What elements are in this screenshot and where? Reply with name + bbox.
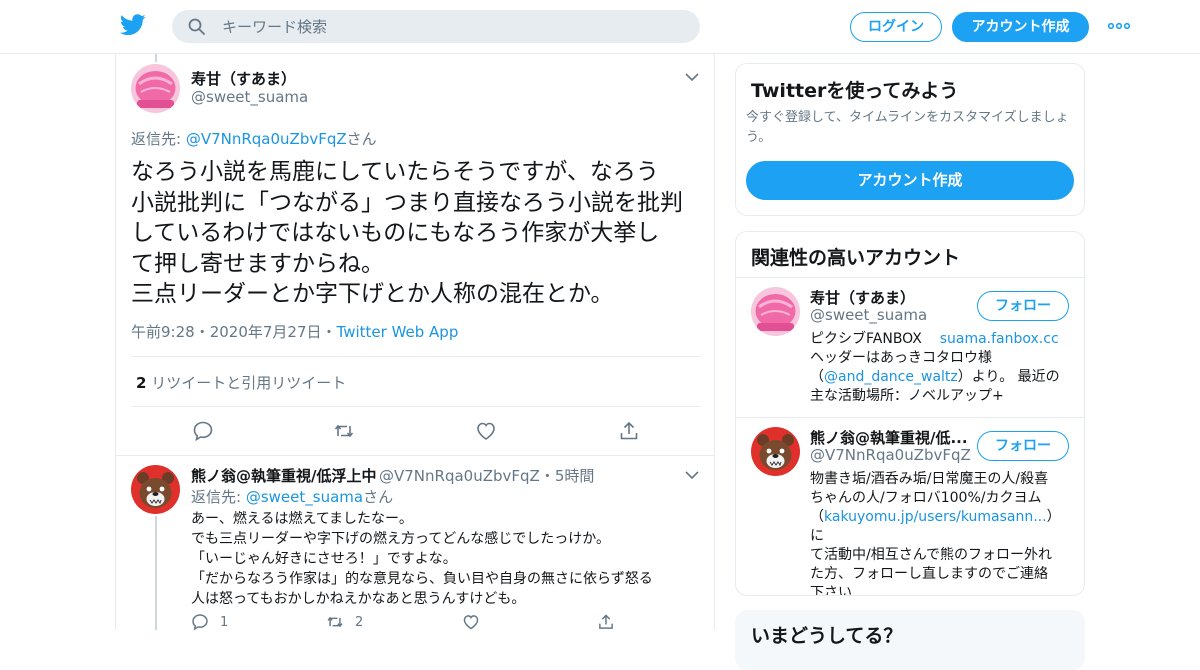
thread-line	[155, 516, 157, 630]
reply-icon[interactable]	[192, 420, 214, 442]
reply-to-suffix: さん	[346, 130, 377, 148]
reply-text: あー、燃えるは燃えてましたなー。 でも三点リーダーや字下げの燃え方ってどんな感じ…	[191, 511, 653, 607]
reply-author-meta: @V7NnRqa0uZbvFqZ・5時間	[379, 465, 594, 486]
tweet-meta: 午前9:28・2020年7月27日・Twitter Web App	[131, 321, 458, 342]
retweet-stats[interactable]: 2 リツイートと引用リツイート	[136, 372, 346, 393]
avatar[interactable]	[131, 465, 180, 514]
reply-to-line: 返信先: @V7NnRqa0uZbvFqZさん	[131, 128, 377, 149]
reply-count: 1	[220, 615, 229, 630]
reply-to-suffix: さん	[363, 488, 394, 506]
like-icon[interactable]	[475, 420, 497, 442]
retweet-stats-label: リツイートと引用リツイート	[146, 374, 347, 392]
tweet-source[interactable]: Twitter Web App	[337, 323, 459, 341]
retweet-icon[interactable]	[333, 420, 355, 442]
tweet-author-handle[interactable]: @sweet_suama	[191, 88, 308, 106]
bio-line: ピクシブFANBOX suama.fanbox.cc	[810, 330, 1072, 349]
related-account-handle[interactable]: @V7NnRqa0uZbvFqZ	[810, 446, 971, 464]
related-account-bio: ピクシブFANBOX suama.fanbox.cc ヘッダーはあっきコタロウ様…	[810, 330, 1072, 406]
related-account-handle[interactable]: @sweet_suama	[810, 306, 927, 324]
reply-author-name[interactable]: 熊ノ翁@執筆重視/低浮上中	[191, 465, 376, 486]
bio-link[interactable]: @and_dance_waltz	[824, 369, 958, 385]
twitter-bird-icon[interactable]	[120, 14, 146, 36]
divider	[116, 455, 714, 456]
avatar[interactable]	[131, 64, 180, 113]
bio-link[interactable]: kakuyomu.jp/users/kumasann...	[824, 509, 1047, 525]
reply-to-prefix: 返信先:	[131, 130, 186, 148]
bio-line: （kakuyomu.jp/users/kumasann...）に	[810, 508, 1072, 546]
meta-dot: ・	[194, 323, 210, 341]
tweet-time[interactable]: 午前9:28	[131, 323, 195, 341]
reply-to-line: 返信先: @sweet_suamaさん	[191, 486, 393, 507]
related-account-bio: 物書き垢/酒呑み垢/日常魔王の人/殺喜 ちゃんの人/フォロバ100%/カクヨム …	[810, 470, 1072, 596]
divider	[736, 417, 1084, 418]
bear-avatar-icon	[751, 427, 800, 476]
tweet-author-name[interactable]: 寿甘（すあま）	[191, 68, 296, 89]
avatar[interactable]	[751, 427, 800, 476]
retweet-icon[interactable]	[326, 613, 344, 631]
bio-line: 下さい	[810, 585, 852, 596]
bio-line: （@and_dance_waltz）より。 最近の	[810, 368, 1072, 387]
avatar[interactable]	[751, 287, 800, 336]
more-dots-icon[interactable]	[1107, 18, 1131, 34]
retweet-count: 2	[136, 374, 147, 392]
top-bar: ログイン アカウント作成	[0, 0, 1200, 54]
bio-text: （	[810, 369, 824, 385]
search-input[interactable]	[222, 10, 682, 43]
chevron-down-icon[interactable]	[685, 73, 699, 82]
meta-dot: ・	[321, 323, 337, 341]
chevron-down-icon[interactable]	[685, 471, 699, 480]
bio-line: て活動中/相互さんで熊のフォロー外れ	[810, 547, 1053, 563]
signup-button[interactable]: アカウント作成	[952, 12, 1089, 42]
pink-sweet-avatar-icon	[131, 64, 180, 113]
tweet-text: なろう小説を馬鹿にしていたらそうですが、なろう 小説批判に「つながる」つまり直接…	[131, 159, 683, 307]
divider	[736, 277, 1084, 278]
reply-to-prefix: 返信先:	[191, 488, 246, 506]
login-button[interactable]: ログイン	[850, 12, 942, 42]
related-account-name[interactable]: 熊ノ翁@執筆重視/低...	[810, 427, 968, 448]
divider	[131, 406, 701, 407]
pink-sweet-avatar-icon	[751, 287, 800, 336]
bio-line: ちゃんの人/フォロバ100%/カクヨム	[810, 490, 1042, 506]
reply-icon[interactable]	[191, 613, 209, 631]
share-icon[interactable]	[597, 613, 615, 631]
bear-avatar-icon	[131, 465, 180, 514]
bio-line: ヘッダーはあっきコタロウ様	[810, 350, 992, 366]
related-account-name[interactable]: 寿甘（すあま）	[810, 287, 915, 308]
signup-card-title: Twitterを使ってみよう	[751, 80, 959, 102]
search-box[interactable]	[172, 10, 700, 43]
tweet-date[interactable]: 2020年7月27日	[210, 323, 322, 341]
related-accounts-card: 関連性の高いアカウント 寿甘（すあま） @sweet_suama フォロー ピク…	[735, 231, 1085, 596]
reply-age[interactable]: 5時間	[555, 467, 595, 485]
trends-card-title: いまどうしてる？	[751, 625, 903, 647]
follow-button[interactable]: フォロー	[977, 291, 1069, 321]
follow-button[interactable]: フォロー	[977, 431, 1069, 461]
bio-link[interactable]: suama.fanbox.cc	[940, 331, 1059, 347]
reply-author-handle[interactable]: @V7NnRqa0uZbvFqZ	[379, 467, 540, 485]
bio-line: た方、フォローし直しますのでご連絡	[810, 566, 1048, 582]
trends-card: いまどうしてる？	[735, 610, 1085, 670]
meta-dot: ・	[539, 467, 555, 485]
share-icon[interactable]	[618, 420, 640, 442]
signup-card: Twitterを使ってみよう 今すぐ登録して、タイムラインをカスタマイズしましょ…	[735, 63, 1085, 216]
bio-text: （	[810, 509, 824, 525]
tweet-column: 寿甘（すあま） @sweet_suama 返信先: @V7NnRqa0uZbvF…	[115, 54, 715, 631]
like-icon[interactable]	[462, 613, 480, 631]
bio-text: ）より。 最近の	[957, 369, 1060, 385]
reply-to-handle[interactable]: @V7NnRqa0uZbvFqZ	[186, 130, 347, 148]
bio-line: 物書き垢/酒呑み垢/日常魔王の人/殺喜	[810, 471, 1049, 487]
related-accounts-title: 関連性の高いアカウント	[751, 247, 961, 269]
reply-retweet-count: 2	[355, 615, 364, 630]
signup-card-subtitle: 今すぐ登録して、タイムラインをカスタマイズしましょう。	[746, 110, 1069, 145]
thread-line	[155, 54, 157, 62]
search-icon	[188, 18, 205, 35]
signup-card-button[interactable]: アカウント作成	[746, 161, 1074, 200]
bio-line: 主な活動場所：ノベルアップ+	[810, 388, 1004, 404]
reply-to-handle[interactable]: @sweet_suama	[246, 488, 363, 506]
divider	[131, 356, 701, 357]
bio-text: ピクシブFANBOX	[810, 331, 922, 347]
